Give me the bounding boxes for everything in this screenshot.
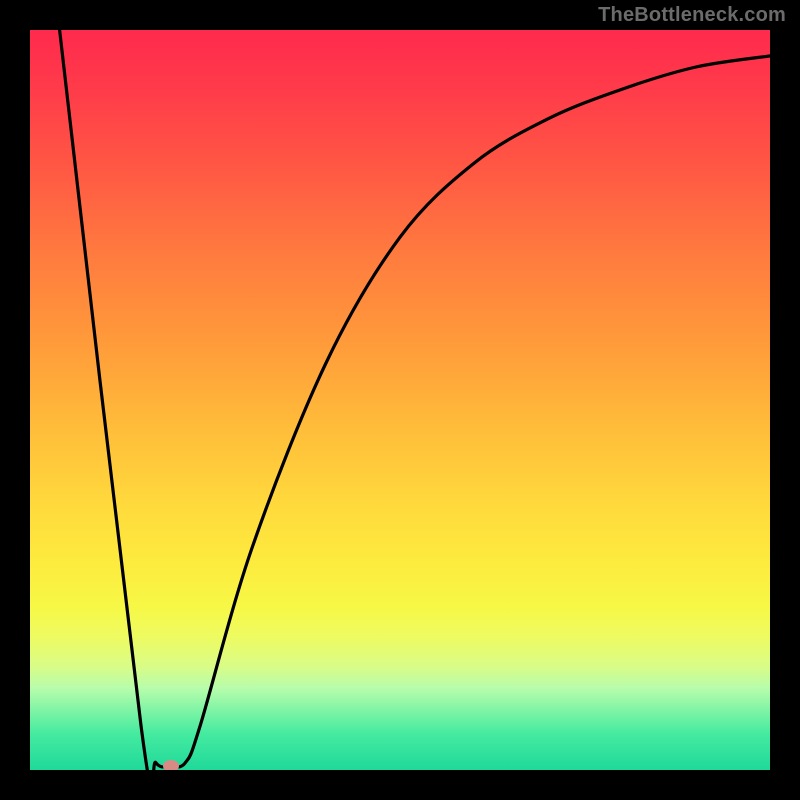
optimum-marker	[163, 760, 179, 770]
plot-area	[30, 30, 770, 770]
bottleneck-curve	[30, 30, 770, 770]
watermark-text: TheBottleneck.com	[598, 4, 786, 27]
curve-path	[60, 30, 770, 770]
chart-frame: TheBottleneck.com	[0, 0, 800, 800]
